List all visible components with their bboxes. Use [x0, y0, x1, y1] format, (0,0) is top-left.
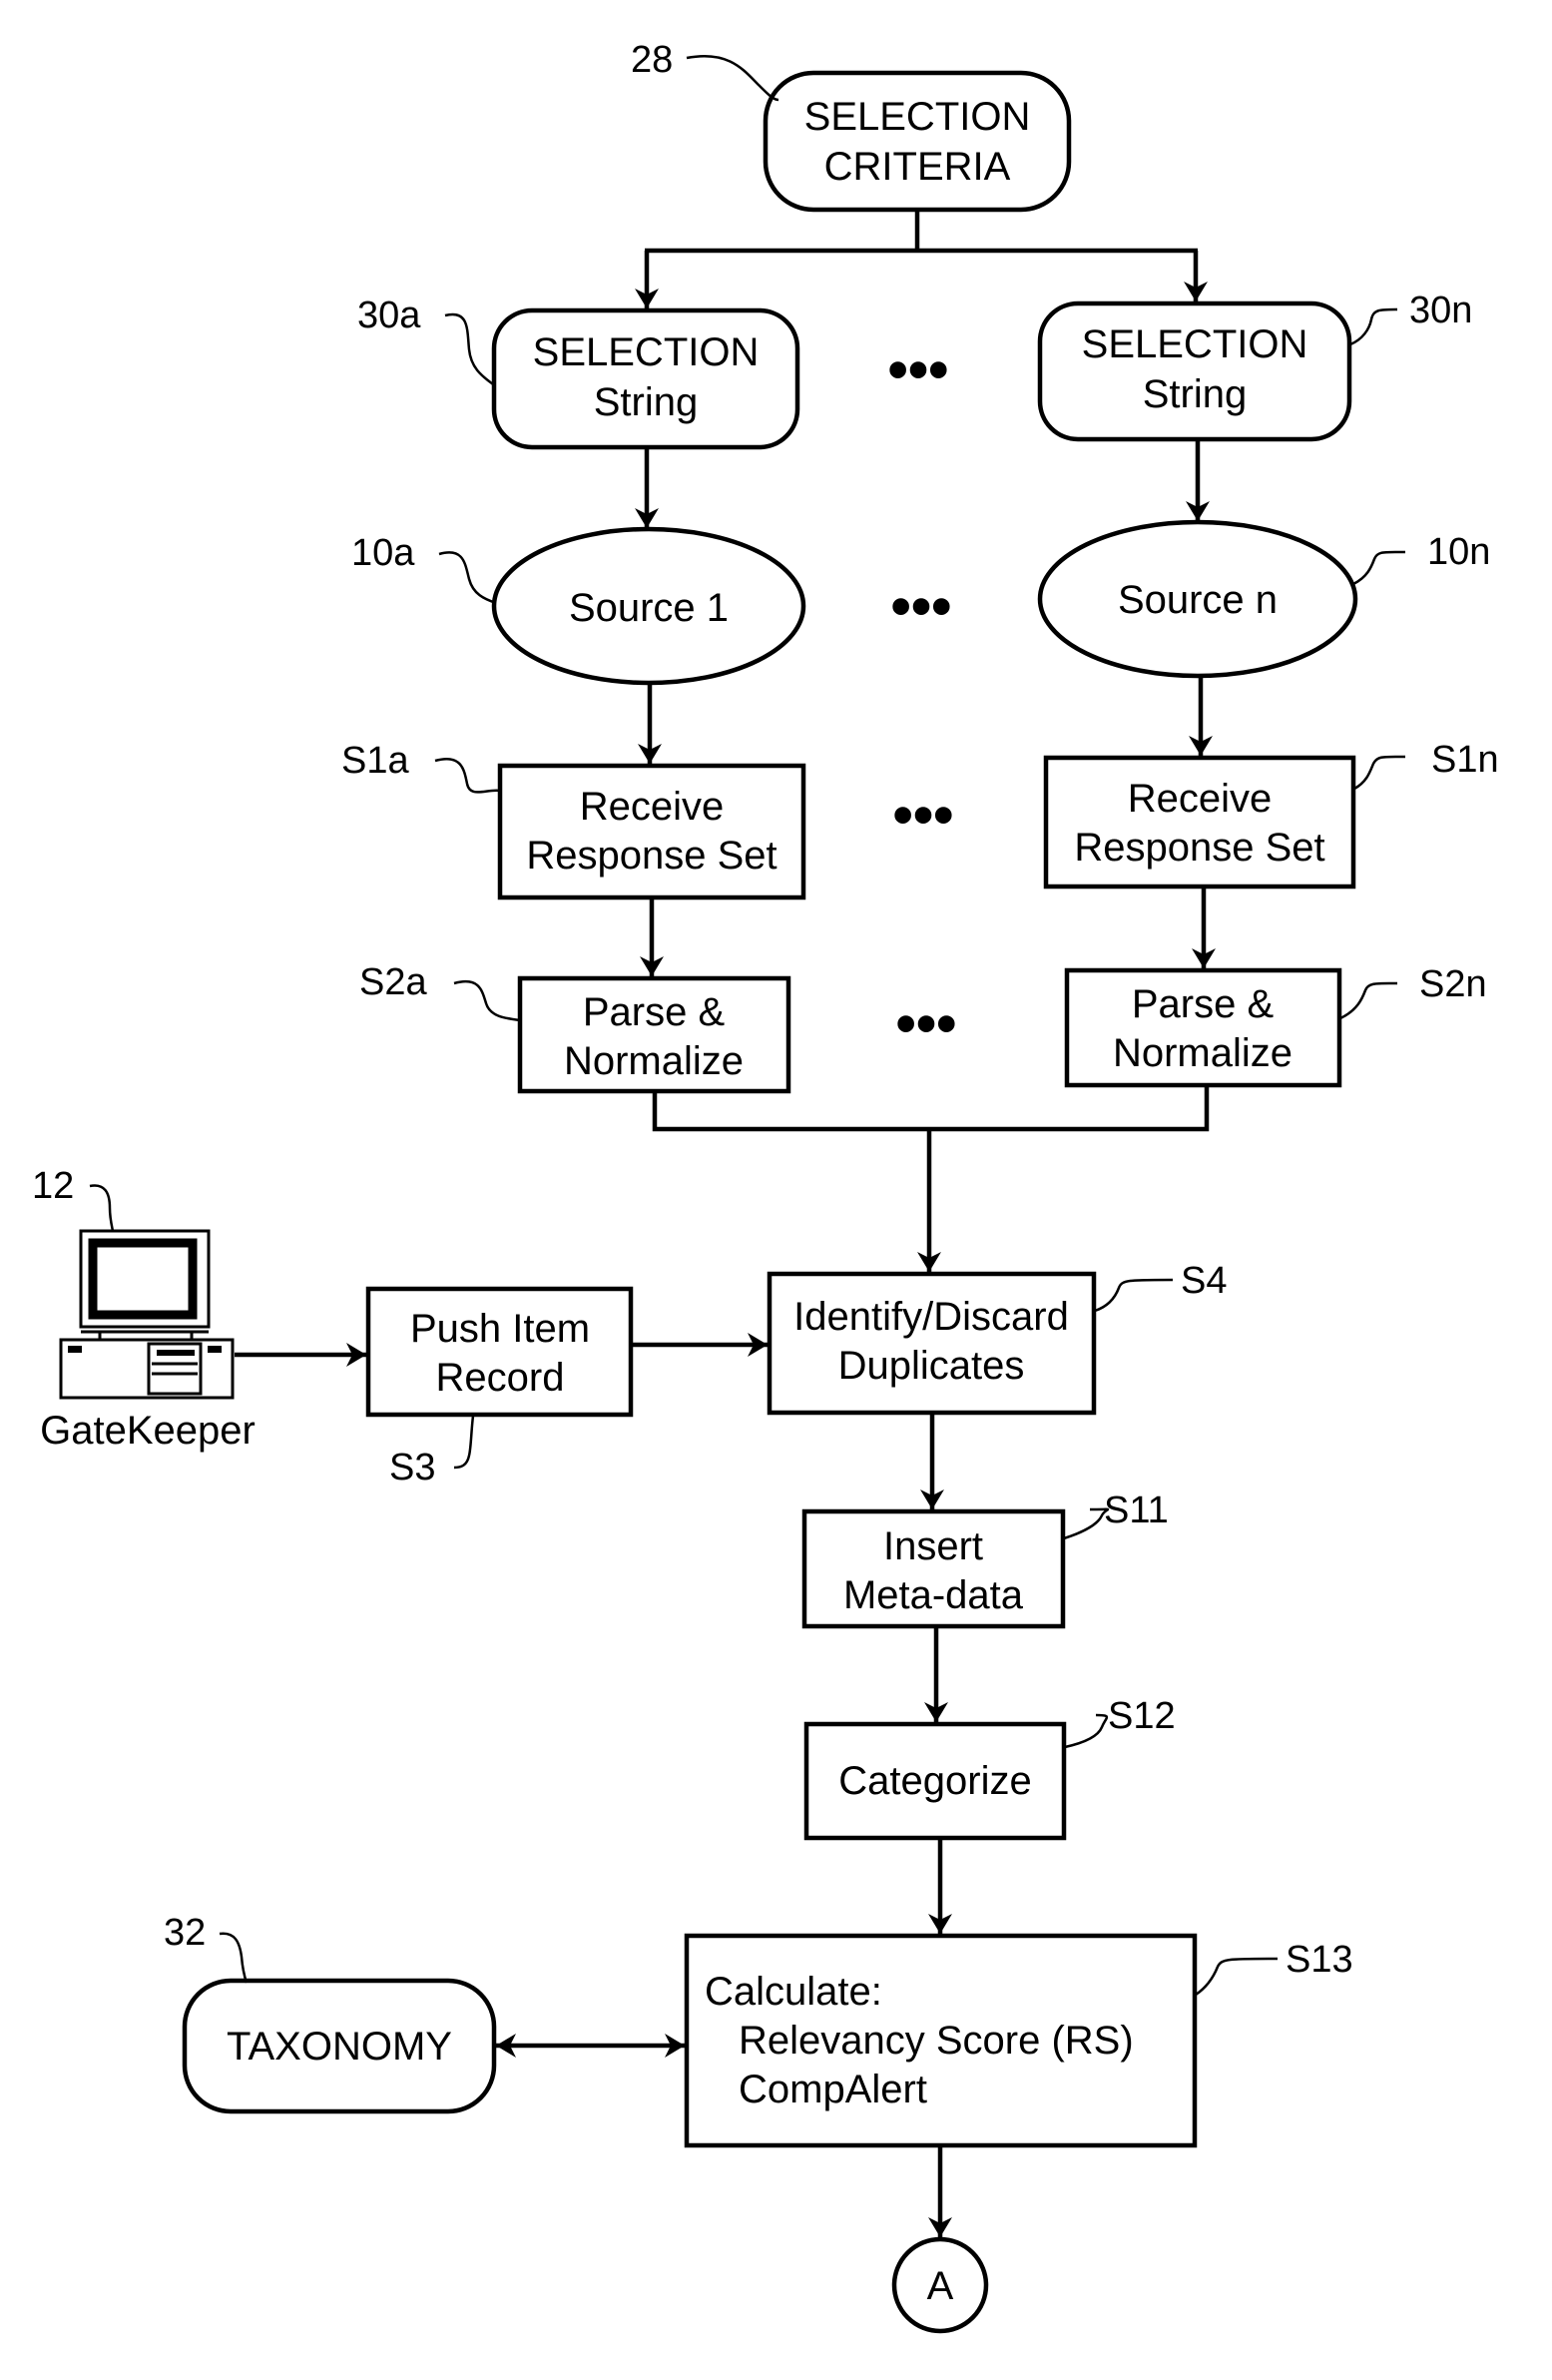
selection-string-a-line-2: String	[594, 380, 699, 424]
ellipsis-sources: •••	[891, 574, 952, 639]
ref-leader	[89, 1184, 115, 1232]
node-selection-criteria: SELECTION CRITERIA 28	[631, 39, 1072, 213]
calculate-line-2: Relevancy Score (RS)	[739, 2019, 1134, 2063]
receive-a-line-2: Response Set	[526, 834, 776, 878]
identify-line-1: Identify/Discard	[793, 1295, 1069, 1339]
ref-leader	[453, 980, 521, 1022]
ellipsis-parse: •••	[896, 991, 957, 1056]
insert-meta-line-2: Meta-data	[843, 1573, 1024, 1617]
parse-a-line-1: Parse &	[583, 990, 726, 1034]
taxonomy-label: TAXONOMY	[227, 2025, 452, 2069]
ref-label-s1n: S1n	[1431, 739, 1499, 781]
ellipsis-receive: •••	[893, 783, 954, 848]
node-identify: Identify/Discard Duplicates S4	[767, 1260, 1227, 1416]
node-insert-meta: Insert Meta-data S11	[801, 1489, 1169, 1629]
parse-a-line-2: Normalize	[564, 1039, 744, 1083]
node-source-n: Source n 10n	[1037, 519, 1490, 679]
calculate-line-1: Calculate:	[705, 1970, 882, 2014]
receive-n-line-1: Receive	[1128, 777, 1273, 821]
node-parse-n: Parse & Normalize S2n	[1064, 963, 1487, 1088]
selection-string-n-line-2: String	[1143, 372, 1248, 416]
node-push-item: Push Item Record S3	[365, 1286, 634, 1488]
ref-leader	[1063, 1507, 1110, 1540]
selection-string-a-line-1: SELECTION	[533, 330, 760, 374]
receive-n-line-2: Response Set	[1074, 826, 1324, 870]
ref-leader	[1094, 1278, 1174, 1313]
receive-a-line-1: Receive	[580, 785, 725, 829]
ref-leader	[434, 758, 501, 794]
push-item-line-1: Push Item	[410, 1307, 590, 1351]
selection-criteria-box	[763, 70, 1072, 213]
calculate-line-3: CompAlert	[739, 2068, 927, 2111]
ref-leader	[1353, 755, 1406, 791]
ref-label-s2a: S2a	[359, 961, 427, 1003]
ref-label-s3: S3	[389, 1447, 435, 1488]
node-categorize: Categorize S12	[803, 1695, 1176, 1841]
node-taxonomy: TAXONOMY 32	[164, 1912, 497, 2114]
connector-a-label: A	[927, 2264, 954, 2308]
categorize-label: Categorize	[838, 1759, 1031, 1803]
ref-leader	[1339, 981, 1398, 1020]
monitor-screen	[88, 1238, 198, 1320]
ref-leader	[686, 55, 779, 102]
node-gatekeeper: GateKeeper 12	[32, 1165, 256, 1453]
node-selection-string-n: SELECTION String 30n	[1037, 290, 1472, 442]
ref-label-s4: S4	[1181, 1260, 1227, 1302]
ref-leader	[453, 1415, 475, 1470]
ref-leader	[1195, 1957, 1279, 1997]
flowchart-diagram: SELECTION CRITERIA 28 SELECTION String 3…	[32, 39, 1499, 2334]
ref-leader	[1349, 307, 1398, 346]
push-item-line-2: Record	[436, 1356, 565, 1400]
ref-label-28: 28	[631, 39, 673, 81]
source-1-label: Source 1	[569, 586, 729, 630]
ref-label-12: 12	[32, 1165, 74, 1207]
insert-meta-line-1: Insert	[883, 1524, 983, 1568]
ref-label-30a: 30a	[357, 295, 421, 336]
ref-leader	[1352, 550, 1406, 586]
ellipsis-selection: •••	[888, 337, 949, 402]
selection-criteria-line-1: SELECTION	[804, 95, 1031, 139]
node-parse-a: Parse & Normalize S2a	[359, 961, 791, 1094]
selection-string-n-line-1: SELECTION	[1082, 322, 1308, 366]
parse-n-line-2: Normalize	[1113, 1031, 1293, 1075]
gatekeeper-label: GateKeeper	[40, 1409, 256, 1453]
ref-leader	[444, 312, 494, 385]
computer-icon	[59, 1229, 235, 1400]
ref-label-30n: 30n	[1409, 290, 1472, 331]
node-source-1: Source 1 10a	[351, 526, 806, 686]
source-n-label: Source n	[1118, 578, 1278, 622]
ref-label-10a: 10a	[351, 532, 415, 574]
selection-criteria-line-2: CRITERIA	[824, 145, 1011, 189]
computer-case	[59, 1338, 235, 1400]
ref-label-s12: S12	[1108, 1695, 1176, 1737]
connector-lines	[235, 210, 1216, 2237]
ref-label-s13: S13	[1286, 1939, 1353, 1981]
node-connector-a: A	[891, 2236, 989, 2334]
ref-label-32: 32	[164, 1912, 206, 1954]
ref-label-s11: S11	[1104, 1489, 1169, 1531]
ref-leader	[1064, 1713, 1109, 1749]
ref-label-s2n: S2n	[1419, 963, 1487, 1005]
ref-leader	[219, 1932, 249, 1984]
ref-label-10n: 10n	[1427, 531, 1490, 573]
node-selection-string-a: SELECTION String 30a	[357, 295, 800, 450]
ref-leader	[438, 551, 497, 605]
node-receive-n: Receive Response Set S1n	[1043, 739, 1499, 890]
ref-label-s1a: S1a	[341, 740, 409, 782]
parse-n-line-1: Parse &	[1132, 982, 1275, 1026]
node-receive-a: Receive Response Set S1a	[341, 740, 806, 900]
identify-line-2: Duplicates	[838, 1344, 1025, 1388]
node-calculate: Calculate: Relevancy Score (RS) CompAler…	[684, 1933, 1353, 2148]
